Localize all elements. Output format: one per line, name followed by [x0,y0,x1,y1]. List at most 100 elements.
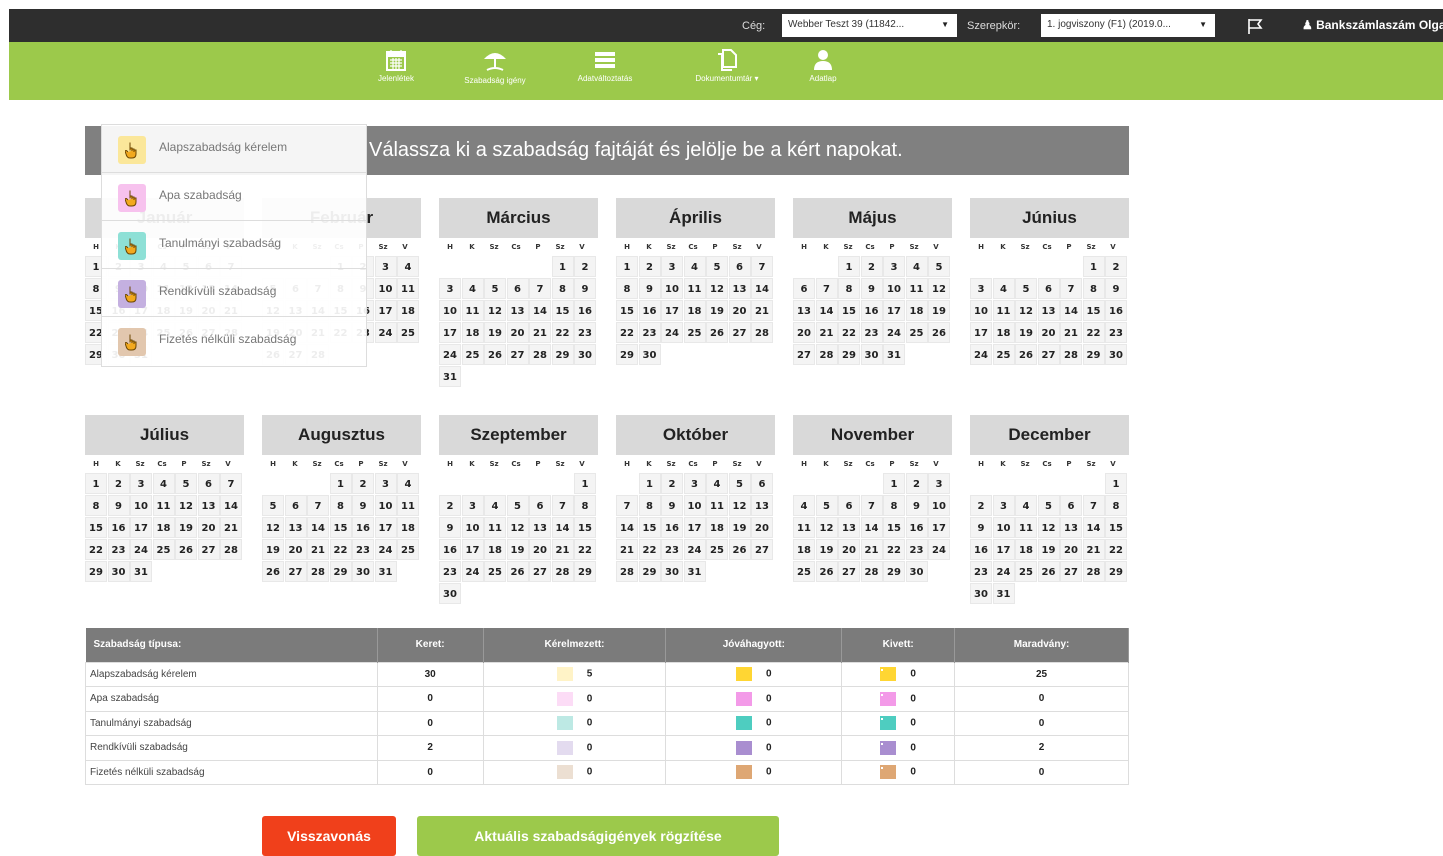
day-cell[interactable]: 23 [860,322,883,343]
day-cell[interactable]: 9 [905,495,928,516]
day-cell[interactable]: 4 [905,256,928,277]
day-cell[interactable]: 24 [992,561,1015,582]
day-cell[interactable]: 17 [130,517,152,538]
day-cell[interactable]: 28 [529,344,551,365]
day-cell[interactable]: 20 [751,517,773,538]
day-cell[interactable]: 29 [574,561,596,582]
day-cell[interactable]: 26 [506,561,529,582]
day-cell[interactable]: 11 [484,517,506,538]
day-cell[interactable]: 16 [352,517,374,538]
day-cell[interactable]: 5 [484,278,506,299]
day-cell[interactable]: 1 [574,473,596,494]
day-cell[interactable]: 1 [638,473,661,494]
day-cell[interactable]: 26 [262,561,284,582]
day-cell[interactable]: 30 [661,561,683,582]
day-cell[interactable]: 23 [661,539,683,560]
day-cell[interactable]: 7 [220,473,242,494]
day-cell[interactable]: 26 [728,539,751,560]
day-cell[interactable]: 3 [461,495,484,516]
day-cell[interactable]: 19 [175,517,197,538]
day-cell[interactable]: 12 [728,495,751,516]
day-cell[interactable]: 30 [638,344,661,365]
day-cell[interactable]: 15 [638,517,661,538]
day-cell[interactable]: 28 [1060,344,1082,365]
day-cell[interactable]: 22 [883,539,905,560]
day-cell[interactable]: 13 [728,278,751,299]
day-cell[interactable]: 16 [1105,300,1127,321]
day-cell[interactable]: 5 [1015,278,1037,299]
day-cell[interactable]: 19 [484,322,506,343]
day-cell[interactable]: 24 [374,539,397,560]
day-cell[interactable]: 25 [905,322,928,343]
day-cell[interactable]: 24 [928,539,950,560]
day-cell[interactable]: 14 [815,300,838,321]
day-cell[interactable]: 17 [661,300,683,321]
day-cell[interactable]: 5 [175,473,197,494]
day-cell[interactable]: 8 [551,278,574,299]
day-cell[interactable]: 22 [574,539,596,560]
day-cell[interactable]: 12 [1037,517,1060,538]
day-cell[interactable]: 7 [1082,495,1105,516]
day-cell[interactable]: 21 [529,322,551,343]
day-cell[interactable]: 20 [506,322,529,343]
save-requests-button[interactable]: Aktuális szabadságigények rögzítése [417,816,779,856]
day-cell[interactable]: 15 [1105,517,1127,538]
day-cell[interactable]: 4 [397,473,419,494]
day-cell[interactable]: 21 [1060,322,1082,343]
day-cell[interactable]: 16 [970,539,992,560]
day-cell[interactable]: 12 [506,517,529,538]
day-cell[interactable]: 28 [860,561,883,582]
day-cell[interactable]: 3 [439,278,461,299]
day-cell[interactable]: 20 [1037,322,1060,343]
day-cell[interactable]: 22 [329,539,352,560]
day-cell[interactable]: 10 [970,300,992,321]
day-cell[interactable]: 27 [284,561,307,582]
day-cell[interactable]: 4 [992,278,1015,299]
day-cell[interactable]: 17 [883,300,905,321]
day-cell[interactable]: 12 [484,300,506,321]
day-cell[interactable]: 11 [992,300,1015,321]
day-cell[interactable]: 8 [329,495,352,516]
day-cell[interactable]: 5 [506,495,529,516]
day-cell[interactable]: 27 [793,344,815,365]
day-cell[interactable]: 11 [793,517,815,538]
day-cell[interactable]: 6 [838,495,860,516]
day-cell[interactable]: 3 [683,473,706,494]
day-cell[interactable]: 5 [1037,495,1060,516]
day-cell[interactable]: 7 [307,495,329,516]
day-cell[interactable]: 2 [638,256,661,277]
day-cell[interactable]: 7 [616,495,638,516]
day-cell[interactable]: 25 [152,539,175,560]
day-cell[interactable]: 5 [728,473,751,494]
day-cell[interactable]: 13 [529,517,551,538]
day-cell[interactable]: 31 [683,561,706,582]
day-cell[interactable]: 17 [461,539,484,560]
role-select[interactable]: 1. jogviszony (F1) (2019.0... [1041,14,1215,37]
day-cell[interactable]: 19 [815,539,838,560]
day-cell[interactable]: 25 [397,322,419,343]
day-cell[interactable]: 6 [506,278,529,299]
day-cell[interactable]: 14 [307,517,329,538]
day-cell[interactable]: 28 [307,561,329,582]
day-cell[interactable]: 24 [130,539,152,560]
day-cell[interactable]: 2 [107,473,130,494]
day-cell[interactable]: 23 [1105,322,1127,343]
day-cell[interactable]: 10 [992,517,1015,538]
day-cell[interactable]: 7 [1060,278,1082,299]
day-cell[interactable]: 2 [860,256,883,277]
day-cell[interactable]: 9 [352,495,374,516]
flag-icon[interactable] [1247,18,1265,34]
day-cell[interactable]: 26 [1015,344,1037,365]
leave-type-apa[interactable]: Apa szabadság [102,173,366,221]
day-cell[interactable]: 6 [529,495,551,516]
day-cell[interactable]: 10 [374,495,397,516]
day-cell[interactable]: 13 [793,300,815,321]
day-cell[interactable]: 25 [397,539,419,560]
day-cell[interactable]: 2 [661,473,683,494]
day-cell[interactable]: 11 [397,278,419,299]
day-cell[interactable]: 14 [529,300,551,321]
day-cell[interactable]: 13 [284,517,307,538]
day-cell[interactable]: 22 [1105,539,1127,560]
day-cell[interactable]: 21 [815,322,838,343]
day-cell[interactable]: 13 [506,300,529,321]
